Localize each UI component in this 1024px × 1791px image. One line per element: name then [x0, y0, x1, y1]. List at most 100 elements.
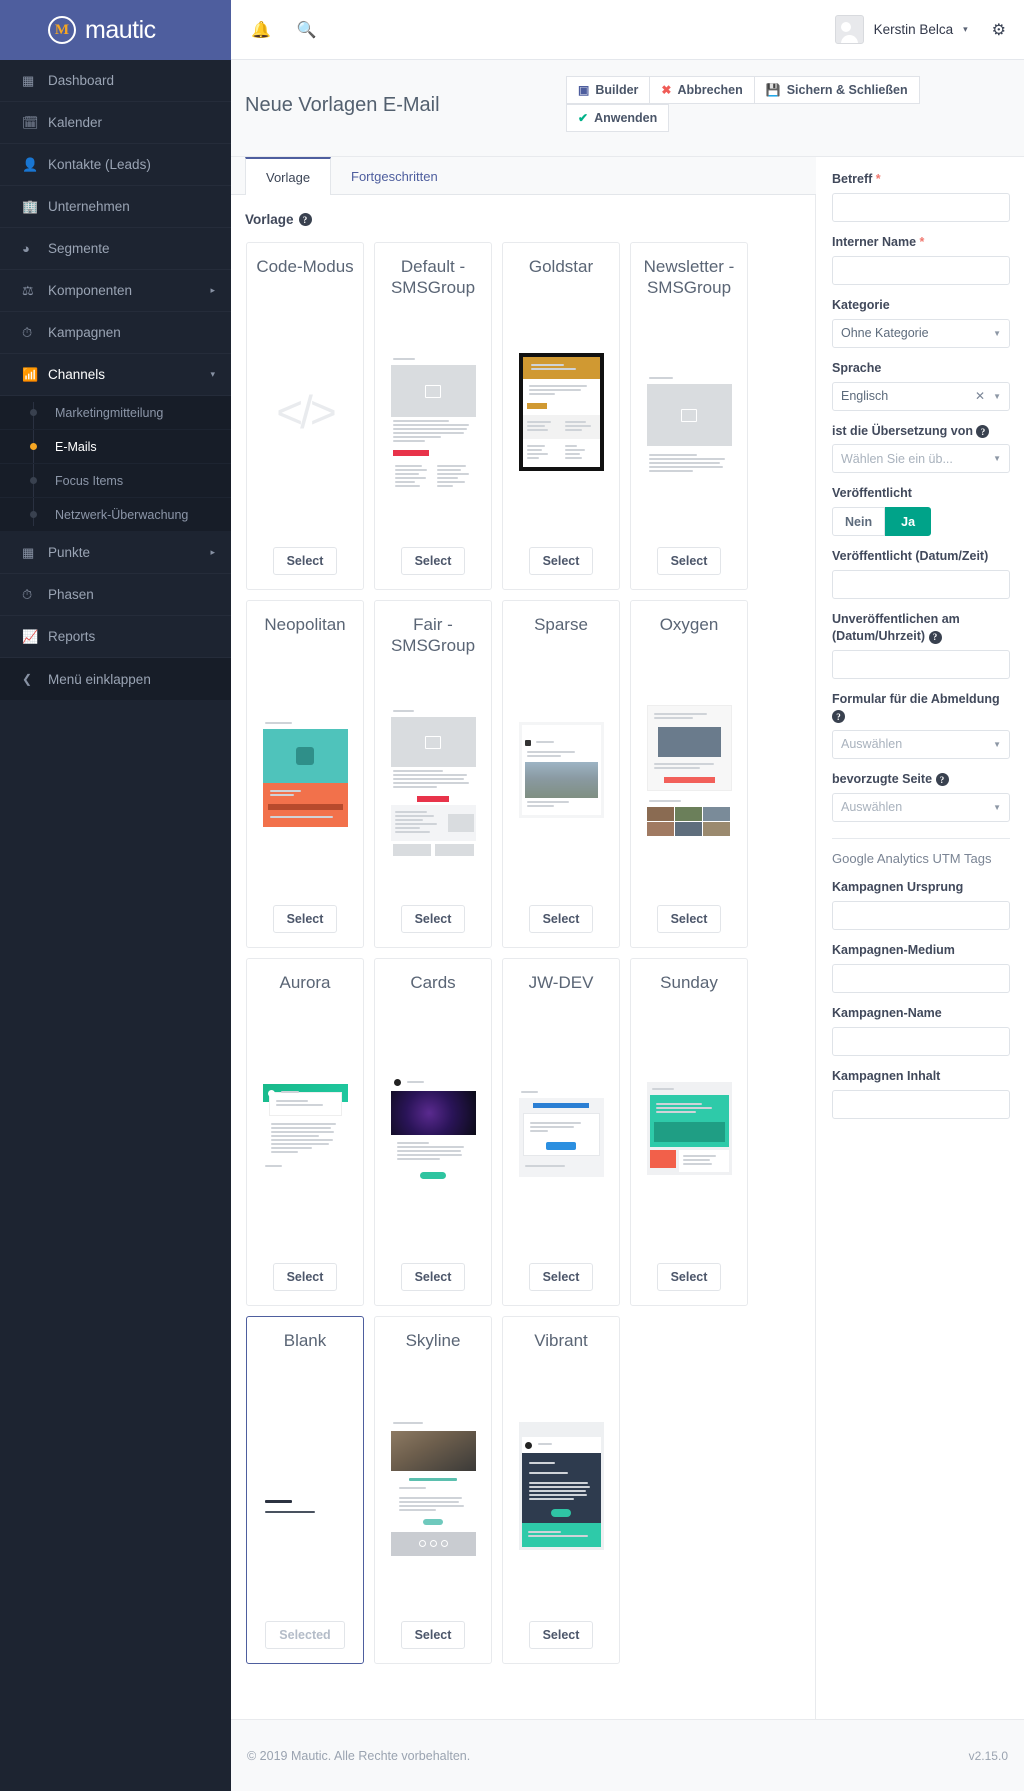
template-select-button[interactable]: Select: [400, 547, 466, 575]
cancel-button[interactable]: ✖ Abbrechen: [650, 76, 755, 104]
sidebar-item-punkte[interactable]: ▦ Punkte ▸: [0, 532, 231, 574]
apply-button[interactable]: ✔ Anwenden: [566, 104, 670, 132]
brand-name: mautic: [85, 15, 156, 44]
field-utm-medium: Kampagnen-Medium: [832, 942, 1010, 994]
template-select-button[interactable]: Select: [272, 1263, 338, 1291]
publish-at-label: Veröffentlicht (Datum/Zeit): [832, 549, 989, 564]
utm-medium-input[interactable]: [832, 964, 1010, 994]
preferred-page-select[interactable]: Auswählen ▼: [832, 792, 1010, 822]
thumb-lines: [435, 462, 474, 492]
help-icon[interactable]: ?: [935, 773, 949, 787]
sidebar-item-focus-items[interactable]: Focus Items: [0, 464, 231, 498]
sidebar-item-emails[interactable]: E-Mails: [0, 430, 231, 464]
sidebar-item-kalender[interactable]: 🗓 Kalender: [0, 102, 231, 144]
template-card[interactable]: JW-DEV Select: [502, 958, 620, 1306]
template-card[interactable]: Default - SMSGroup Select: [374, 242, 492, 590]
template-select-button[interactable]: Select: [656, 905, 722, 933]
template-card[interactable]: Blank Selected: [246, 1316, 364, 1664]
avatar-head: [840, 22, 851, 32]
template-card[interactable]: Newsletter - SMSGroup Select: [630, 242, 748, 590]
template-card[interactable]: Skyline Select: [374, 1316, 492, 1664]
template-thumbnail-wrap: [637, 636, 741, 905]
bell-icon[interactable]: 🔔: [251, 20, 271, 40]
sidebar-item-komponenten[interactable]: ⚖ Komponenten ▸: [0, 270, 231, 312]
template-card[interactable]: Sunday Select: [630, 958, 748, 1306]
template-card[interactable]: Fair - SMSGroup Select: [374, 600, 492, 948]
template-select-button[interactable]: Select: [400, 905, 466, 933]
template-selected-button[interactable]: Selected: [265, 1621, 345, 1649]
help-icon[interactable]: ?: [976, 425, 990, 439]
sidebar-item-netzwerk-ueberwachung[interactable]: Netzwerk-Überwachung: [0, 498, 231, 532]
utm-medium-label: Kampagnen-Medium: [832, 943, 955, 958]
field-subject: Betreff *: [832, 171, 1010, 222]
template-card-title: Fair - SMSGroup: [390, 615, 476, 655]
subject-input[interactable]: [832, 192, 1010, 222]
template-select-button[interactable]: Select: [528, 1621, 594, 1649]
sidebar-item-reports[interactable]: 📈 Reports: [0, 616, 231, 658]
gear-icon[interactable]: ⚙: [992, 20, 1006, 40]
template-card[interactable]: Code-Modus </> Select: [246, 242, 364, 590]
internal-name-input[interactable]: [832, 255, 1010, 285]
footer: © 2019 Mautic. Alle Rechte vorbehalten. …: [231, 1719, 1024, 1791]
template-card[interactable]: Neopolitan Select: [246, 600, 364, 948]
template-select-button[interactable]: Select: [400, 1263, 466, 1291]
help-icon[interactable]: ?: [832, 710, 845, 724]
template-select-button[interactable]: Select: [272, 547, 338, 575]
template-select-button[interactable]: Select: [528, 547, 594, 575]
sidebar-collapse-label: Menü einklappen: [48, 671, 151, 687]
field-publish-at: Veröffentlicht (Datum/Zeit): [832, 548, 1010, 600]
avatar-body: [840, 35, 858, 43]
chevron-down-icon[interactable]: ▾: [963, 24, 968, 35]
template-card[interactable]: Vibrant Select: [502, 1316, 620, 1664]
save-and-close-button[interactable]: 💾 Sichern & Schließen: [754, 76, 920, 104]
sidebar-item-marketingmitteilung[interactable]: Marketingmitteilung: [0, 396, 231, 430]
tab-vorlage[interactable]: Vorlage: [245, 157, 332, 196]
sidebar-item-phasen[interactable]: ⏱ Phasen: [0, 574, 231, 616]
template-select-button[interactable]: Select: [656, 1263, 722, 1291]
search-icon[interactable]: 🔍: [297, 20, 317, 40]
utm-name-input[interactable]: [832, 1027, 1010, 1057]
user-name[interactable]: Kerstin Belca: [874, 22, 954, 37]
bullet-icon: [30, 443, 37, 450]
thumb-lines: [647, 797, 732, 807]
rss-icon: 📶: [22, 366, 39, 382]
category-select[interactable]: Ohne Kategorie ▼: [832, 318, 1010, 348]
sidebar-item-label: Punkte: [48, 545, 91, 560]
published-toggle-yes[interactable]: Ja: [885, 507, 932, 537]
template-card[interactable]: Aurora Select: [246, 958, 364, 1306]
section-label: Vorlage ?: [231, 195, 815, 227]
template-card[interactable]: Oxygen Select: [630, 600, 748, 948]
sidebar-item-channels[interactable]: 📶 Channels ▾: [0, 354, 231, 396]
help-icon[interactable]: ?: [298, 213, 312, 226]
clear-icon[interactable]: ✕: [975, 389, 985, 403]
sidebar-item-unternehmen[interactable]: 🏢 Unternehmen: [0, 186, 231, 228]
template-card[interactable]: Cards Select: [374, 958, 492, 1306]
template-select-button[interactable]: Select: [272, 905, 338, 933]
sidebar-collapse-button[interactable]: ❮ Menü einklappen: [0, 658, 231, 700]
language-select[interactable]: Englisch ✕ ▼: [832, 381, 1010, 411]
template-select-button[interactable]: Select: [656, 547, 722, 575]
publish-at-input[interactable]: [832, 570, 1010, 600]
unsubscribe-form-select[interactable]: Auswählen ▼: [832, 729, 1010, 759]
sidebar-item-segmente[interactable]: ◕ Segmente: [0, 228, 231, 270]
template-card[interactable]: Goldstar Select: [502, 242, 620, 590]
translation-of-select[interactable]: Wählen Sie ein üb... ▼: [832, 444, 1010, 474]
template-select-button[interactable]: Select: [528, 1263, 594, 1291]
sidebar-item-kampagnen[interactable]: ⏱ Kampagnen: [0, 312, 231, 354]
brand-logo-area[interactable]: M mautic: [0, 0, 231, 60]
thumb-lines: [534, 738, 598, 748]
published-toggle-no[interactable]: Nein: [832, 507, 886, 537]
utm-content-input[interactable]: [832, 1089, 1010, 1119]
cube-icon: ▣: [578, 83, 590, 97]
unpublish-at-input[interactable]: [832, 649, 1010, 679]
tab-fortgeschritten[interactable]: Fortgeschritten: [331, 157, 458, 195]
help-icon[interactable]: ?: [928, 630, 942, 644]
template-card[interactable]: Sparse Select: [502, 600, 620, 948]
template-select-button[interactable]: Select: [400, 1621, 466, 1649]
sidebar-item-dashboard[interactable]: ▦ Dashboard: [0, 60, 231, 102]
template-select-button[interactable]: Select: [528, 905, 594, 933]
category-value: Ohne Kategorie: [841, 326, 929, 341]
utm-source-input[interactable]: [832, 901, 1010, 931]
builder-button[interactable]: ▣ Builder: [566, 76, 651, 104]
sidebar-item-kontakte[interactable]: 👤 Kontakte (Leads): [0, 144, 231, 186]
